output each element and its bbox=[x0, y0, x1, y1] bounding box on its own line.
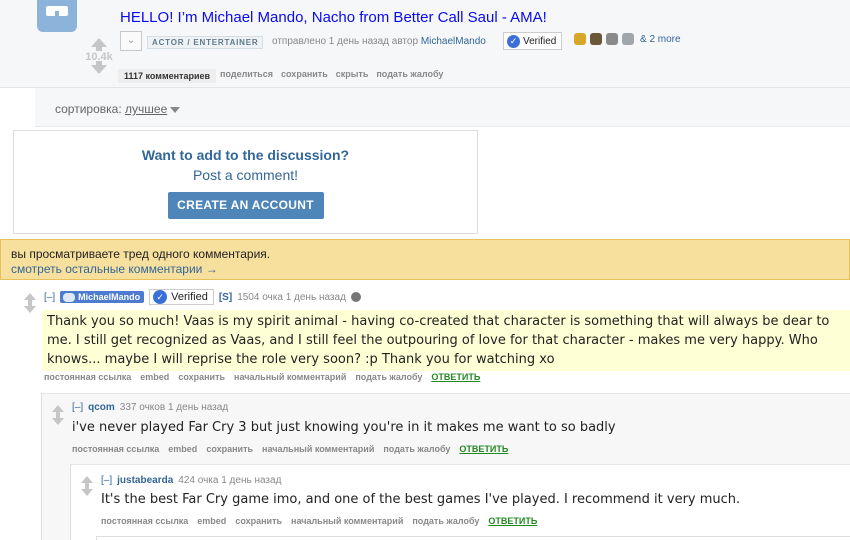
expand-chevron-icon[interactable]: ⌄ bbox=[120, 31, 142, 51]
comment-body: i've never played Far Cry 3 but just kno… bbox=[72, 420, 616, 435]
comments-link[interactable]: 1117 комментариев bbox=[118, 69, 217, 83]
post-vote: 10.4k bbox=[84, 38, 114, 74]
comment-michaelmando: [–] MichaelMando ✓ Verified [S] 1504 очк… bbox=[0, 284, 850, 384]
embed-button[interactable]: embed bbox=[168, 444, 197, 454]
submitted-prefix: отправлено 1 день назад автор bbox=[272, 36, 419, 47]
post-submitted-info: отправлено 1 день назад автор MichaelMan… bbox=[272, 36, 486, 47]
discussion-subtitle: Post a comment! bbox=[192, 167, 299, 183]
reply-button[interactable]: ОТВЕТИТЬ bbox=[431, 372, 480, 382]
share-button[interactable]: поделиться bbox=[216, 69, 277, 83]
silver-award-icon[interactable] bbox=[622, 33, 634, 45]
save-button[interactable]: сохранить bbox=[277, 69, 332, 83]
downvote-arrow-icon[interactable] bbox=[81, 486, 93, 496]
comment-vote bbox=[23, 293, 37, 313]
comment-qcom: [–] qcom 337 очков 1 день назад i've nev… bbox=[41, 393, 850, 463]
sort-bar: сортировка: лучшее bbox=[35, 88, 850, 127]
permalink-button[interactable]: постоянная ссылка bbox=[72, 444, 159, 454]
post-thumbnail-icon[interactable] bbox=[37, 0, 77, 32]
collapse-toggle[interactable]: [–] bbox=[44, 292, 55, 303]
comment-buttons: постоянная ссылка embed сохранить началь… bbox=[44, 372, 480, 382]
verified-check-icon: ✓ bbox=[153, 290, 168, 304]
report-button[interactable]: подать жалобу bbox=[372, 69, 447, 83]
award-icon[interactable] bbox=[350, 292, 361, 302]
post-flair: ACTOR / ENTERTAINER bbox=[147, 36, 264, 49]
create-account-button[interactable]: CREATE AN ACCOUNT bbox=[167, 192, 324, 219]
verified-badge: ✓ Verified bbox=[503, 32, 563, 50]
comment-author-link[interactable]: MichaelMando bbox=[60, 291, 145, 303]
report-button[interactable]: подать жалобу bbox=[383, 444, 450, 454]
verified-badge: ✓ Verified bbox=[149, 289, 214, 305]
save-button[interactable]: сохранить bbox=[235, 516, 282, 526]
verified-label: Verified bbox=[523, 35, 557, 47]
embed-button[interactable]: embed bbox=[140, 372, 169, 382]
gold-award-icon[interactable] bbox=[574, 33, 586, 45]
comment-meta: 337 очков 1 день назад bbox=[119, 402, 229, 413]
permalink-button[interactable]: постоянная ссылка bbox=[101, 516, 188, 526]
reply-button[interactable]: ОТВЕТИТЬ bbox=[459, 444, 508, 454]
submitter-tag[interactable]: [S] bbox=[219, 292, 232, 303]
parent-button[interactable]: начальный комментарий bbox=[262, 444, 374, 454]
comment-tagline: [–] justabearda 424 очка 1 день назад bbox=[101, 475, 281, 486]
discussion-prompt: Want to add to the discussion? Post a co… bbox=[13, 130, 478, 234]
comment-author-link[interactable]: justabearda bbox=[117, 475, 173, 486]
comment-body: Thank you so much! Vaas is my spirit ani… bbox=[42, 310, 850, 371]
award-icon[interactable] bbox=[590, 33, 602, 45]
avatar-icon bbox=[63, 292, 76, 302]
parent-button[interactable]: начальный комментарий bbox=[291, 516, 403, 526]
comment-buttons: постоянная ссылка embed сохранить началь… bbox=[101, 516, 537, 526]
comment-meta: 1504 очка 1 день назад bbox=[237, 291, 346, 303]
post-author-link[interactable]: MichaelMando bbox=[421, 36, 486, 47]
post-header: 10.4k HELLO! I’m Michael Mando, Nacho fr… bbox=[0, 0, 850, 88]
caret-down-icon[interactable] bbox=[170, 106, 181, 113]
permalink-button[interactable]: постоянная ссылка bbox=[44, 372, 131, 382]
single-thread-notice: вы просматриваете тред одного комментари… bbox=[0, 239, 850, 280]
see-all-comments-link[interactable]: смотреть остальные комментарии → bbox=[11, 262, 839, 277]
thread-notice-text: вы просматриваете тред одного комментари… bbox=[11, 247, 271, 261]
hide-button[interactable]: скрыть bbox=[332, 69, 373, 83]
downvote-arrow-icon[interactable] bbox=[52, 415, 64, 425]
more-awards-link[interactable]: & 2 more bbox=[640, 34, 681, 45]
save-button[interactable]: сохранить bbox=[206, 444, 253, 454]
award-icon[interactable] bbox=[606, 33, 618, 45]
save-button[interactable]: сохранить bbox=[178, 372, 225, 382]
post-buttons: 1117 комментариев поделиться сохранить с… bbox=[118, 69, 447, 83]
embed-button[interactable]: embed bbox=[197, 516, 226, 526]
comment-body: It's the best Far Cry game imo, and one … bbox=[101, 492, 741, 507]
discussion-title: Want to add to the discussion? bbox=[141, 147, 350, 163]
collapse-toggle[interactable]: [–] bbox=[101, 475, 112, 486]
upvote-arrow-icon[interactable] bbox=[91, 38, 107, 51]
comment-buttons: постоянная ссылка embed сохранить началь… bbox=[72, 444, 508, 454]
comment-author-link[interactable]: qcom bbox=[88, 402, 115, 413]
post-awards: & 2 more bbox=[574, 33, 681, 45]
upvote-arrow-icon[interactable] bbox=[24, 293, 36, 303]
report-button[interactable]: подать жалобу bbox=[412, 516, 479, 526]
verified-check-icon: ✓ bbox=[507, 34, 520, 48]
report-button[interactable]: подать жалобу bbox=[355, 372, 422, 382]
comment-meta: 424 очка 1 день назад bbox=[178, 475, 282, 486]
reply-box-edge bbox=[96, 536, 850, 540]
comment-vote bbox=[51, 405, 65, 425]
comment-author-name: MichaelMando bbox=[78, 292, 141, 302]
downvote-arrow-icon[interactable] bbox=[24, 303, 36, 313]
verified-label: Verified bbox=[171, 291, 208, 303]
downvote-arrow-icon[interactable] bbox=[91, 61, 107, 74]
post-title[interactable]: HELLO! I’m Michael Mando, Nacho from Bet… bbox=[120, 9, 547, 26]
collapse-toggle[interactable]: [–] bbox=[72, 402, 83, 413]
sort-dropdown[interactable]: лучшее bbox=[125, 102, 167, 116]
comment-tagline: [–] MichaelMando ✓ Verified [S] 1504 очк… bbox=[44, 289, 361, 305]
reply-button[interactable]: ОТВЕТИТЬ bbox=[488, 516, 537, 526]
comment-vote bbox=[80, 476, 94, 496]
upvote-arrow-icon[interactable] bbox=[52, 405, 64, 415]
upvote-arrow-icon[interactable] bbox=[81, 476, 93, 486]
sort-label: сортировка: bbox=[55, 102, 122, 116]
comment-justabearda: [–] justabearda 424 очка 1 день назад It… bbox=[70, 464, 850, 540]
comment-tagline: [–] qcom 337 очков 1 день назад bbox=[72, 402, 228, 413]
parent-button[interactable]: начальный комментарий bbox=[234, 372, 346, 382]
